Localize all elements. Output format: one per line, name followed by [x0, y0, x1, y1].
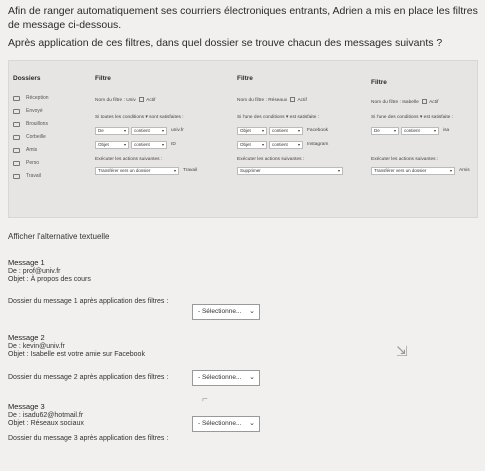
filter-3-name: Nom du filtre : Isabelle Actif	[371, 99, 439, 105]
filter-1-row1-value: univ.fr	[171, 128, 184, 133]
folder-trash: Corbeille	[13, 134, 46, 140]
folders-header: Dossiers	[13, 75, 41, 82]
folder-inbox: Réception	[13, 95, 49, 101]
message-1-prompt: Dossier du message 1 après application d…	[8, 298, 169, 305]
filter-2-action: Supprimer ▾	[237, 167, 343, 175]
filter-1-header: Filtre	[95, 75, 111, 82]
inbox-icon	[13, 95, 20, 101]
message-3-folder-select[interactable]: - Sélectionne... ⌄	[192, 416, 260, 432]
instructions: Afin de ranger automatiquement ses courr…	[8, 4, 478, 54]
filter-1-row2-value: ID	[171, 142, 176, 147]
folder-icon	[13, 160, 20, 166]
filter-3-action-label: Exécuter les actions suivantes :	[371, 157, 439, 162]
filter-1-row2-field: Objet ▾	[95, 141, 129, 149]
filter-1-action-label: Exécuter les actions suivantes :	[95, 157, 163, 162]
filter-univ: Filtre Nom du filtre : Univ Actif Si tou…	[91, 61, 229, 217]
folder-friends: Amis	[13, 147, 37, 153]
chevron-down-icon: ⌄	[249, 374, 255, 381]
filter-2-row1-value: Facebook	[307, 128, 329, 133]
filter-3-condition: Si l'une des conditions ▾ est satisfaite…	[371, 115, 453, 120]
filter-2-row2-field: Objet ▾	[237, 141, 267, 149]
filter-reseaux: Filtre Nom du filtre : Réseaux Actif Si …	[233, 61, 363, 217]
message-2-subject: Objet : Isabelle est votre amie sur Face…	[8, 351, 145, 358]
chevron-down-icon: ⌄	[249, 420, 255, 427]
message-2-prompt: Dossier du message 2 après application d…	[8, 374, 169, 381]
pointer-cursor-icon: ⇲	[396, 343, 408, 359]
active-checkbox	[139, 97, 145, 102]
filter-1-row2-op: contient ▾	[131, 141, 167, 149]
intro-line-1: Afin de ranger automatiquement ses courr…	[8, 5, 478, 31]
filter-1-target: Travail	[183, 168, 198, 173]
filter-3-header: Filtre	[371, 79, 387, 86]
trash-icon	[13, 134, 20, 140]
filter-1-name: Nom du filtre : Univ Actif	[95, 97, 156, 103]
message-1: Message 1 De : prof@univ.fr Objet : À pr…	[8, 258, 91, 284]
active-checkbox	[290, 97, 296, 102]
folder-sent: Envoyé	[13, 108, 43, 114]
chevron-down-icon: ⌄	[249, 308, 255, 315]
message-2-folder-select[interactable]: - Sélectionne... ⌄	[192, 370, 260, 386]
intro-line-2: Après application de ces filtres, dans q…	[8, 37, 443, 49]
filter-2-row1-op: contient ▾	[269, 127, 303, 135]
folder-drafts: Brouillons	[13, 121, 48, 127]
filter-2-row2-value: Instagram	[307, 142, 329, 147]
message-3-prompt: Dossier du message 3 après application d…	[8, 435, 169, 442]
show-text-alternative-link[interactable]: Afficher l'alternative textuelle	[8, 232, 109, 241]
filter-3-row1-value: isa	[443, 128, 450, 133]
message-2: Message 2 De : kevin@univ.fr Objet : Isa…	[8, 333, 145, 359]
draft-icon	[13, 121, 20, 127]
message-1-subject: Objet : À propos des cours	[8, 276, 91, 283]
message-3-from: De : isadu62@hotmail.fr	[8, 412, 84, 419]
active-checkbox	[422, 99, 428, 104]
filter-1-row1-op: contient ▾	[131, 127, 167, 135]
message-3: Message 3 De : isadu62@hotmail.fr Objet …	[8, 402, 84, 428]
filter-2-row1-field: Objet ▾	[237, 127, 267, 135]
filter-3-target: Amis	[459, 168, 470, 173]
filter-1-action: Transférer vers un dossier ▾	[95, 167, 179, 175]
filter-3-row1-op: contient ▾	[401, 127, 439, 135]
message-3-subject: Objet : Réseaux sociaux	[8, 420, 84, 427]
filter-2-name: Nom du filtre : Réseaux Actif	[237, 97, 307, 103]
filter-3-action: Transférer vers un dossier ▾	[371, 167, 455, 175]
filter-3-row1-field: De ▾	[371, 127, 399, 135]
message-2-title: Message 2	[8, 333, 45, 342]
folder-icon	[13, 173, 20, 179]
send-icon	[13, 108, 20, 114]
message-3-title: Message 3	[8, 402, 45, 411]
filter-2-header: Filtre	[237, 75, 253, 82]
filter-1-row1-field: De ▾	[95, 127, 129, 135]
drag-cursor-icon: ⌐	[202, 394, 208, 405]
message-2-from: De : kevin@univ.fr	[8, 343, 65, 350]
filter-2-condition: Si l'une des conditions ▾ est satisfaite…	[237, 115, 319, 120]
filters-panel: Dossiers Réception Envoyé Brouillons Cor…	[8, 60, 478, 218]
message-1-folder-select[interactable]: - Sélectionne... ⌄	[192, 304, 260, 320]
message-1-from: De : prof@univ.fr	[8, 268, 61, 275]
filter-2-action-label: Exécuter les actions suivantes :	[237, 157, 305, 162]
filter-isabelle: Filtre Nom du filtre : Isabelle Actif Si…	[367, 61, 479, 217]
folder-icon	[13, 147, 20, 153]
folders-column: Dossiers Réception Envoyé Brouillons Cor…	[9, 61, 89, 217]
message-1-title: Message 1	[8, 258, 45, 267]
folder-work: Travail	[13, 173, 41, 179]
folder-personal: Perso	[13, 160, 39, 166]
filter-1-condition: Si toutes les conditions ▾ sont satisfai…	[95, 115, 184, 120]
filter-2-row2-op: contient ▾	[269, 141, 303, 149]
